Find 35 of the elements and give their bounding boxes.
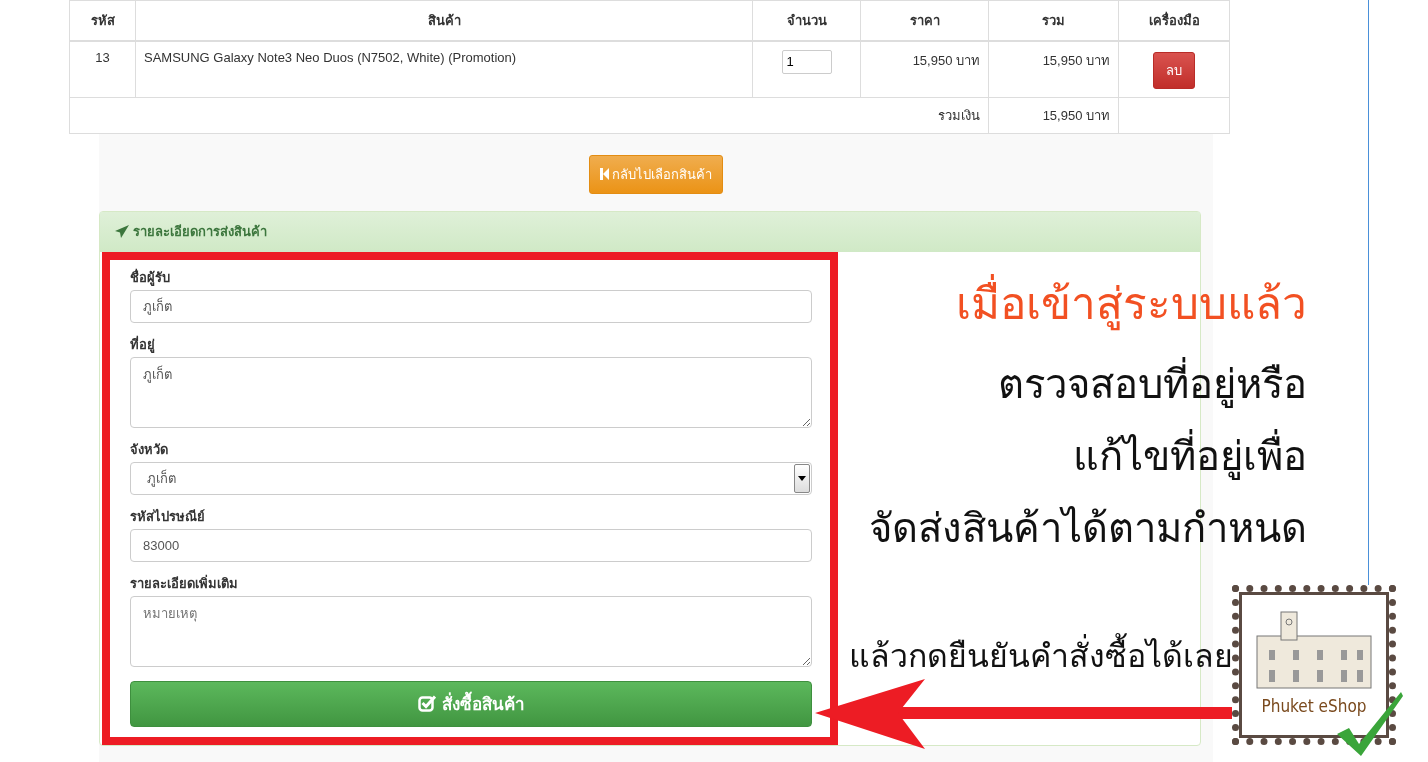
- column-header: ราคา: [860, 0, 989, 41]
- column-header: สินค้า: [135, 0, 753, 41]
- annotation-headline: เมื่อเข้าสู่ระบบแล้ว: [956, 268, 1307, 338]
- paper-plane-icon: [115, 225, 129, 238]
- field-label: รายละเอียดเพิ่มเติม: [130, 575, 239, 592]
- field-label: ที่อยู่: [130, 336, 156, 353]
- annotation-text: แก้ไขที่อยู่เพื่อ: [1073, 424, 1307, 488]
- column-header: รหัส: [69, 0, 136, 41]
- delete-button[interactable]: ลบ: [1153, 51, 1195, 89]
- column-header: เครื่องมือ: [1118, 0, 1230, 41]
- table-cell: 15,950 บาท: [988, 40, 1119, 97]
- field-label: ชื่อผู้รับ: [130, 269, 171, 286]
- input-field[interactable]: 83000: [130, 528, 812, 562]
- table-cell: SAMSUNG Galaxy Note3 Neo Duos (N7502, White) (Promotion): [135, 40, 753, 97]
- table-cell: 15,950 บาท: [860, 40, 989, 97]
- column-header: รวม: [988, 0, 1119, 41]
- checkbox-check-icon: [417, 694, 436, 713]
- field-label: รหัสไปรษณีย์: [130, 508, 206, 525]
- input-field[interactable]: ภูเก็ต: [130, 289, 812, 323]
- column-header: จำนวน: [752, 0, 861, 41]
- field-label: จังหวัด: [130, 441, 169, 458]
- table-cell: รวมเงิน: [69, 97, 989, 133]
- logo-text: Phuket eShop: [1261, 696, 1367, 716]
- table-cell: 13: [69, 40, 136, 97]
- table-cell: 15,950 บาท: [988, 97, 1119, 133]
- caret-icon: [794, 463, 810, 493]
- annotation-text: ตรวจสอบที่อยู่หรือ: [998, 352, 1307, 416]
- panel-title: รายละเอียดการส่งสินค้า: [133, 223, 267, 241]
- text-area[interactable]: หมายเหตุ: [130, 595, 812, 667]
- text-area[interactable]: ภูเก็ต: [130, 356, 812, 428]
- province-select[interactable]: ภูเก็ต: [130, 461, 812, 495]
- annotation-text: จัดส่งสินค้าได้ตามกำหนด: [869, 504, 1307, 553]
- annotation-text: แล้วกดยืนยันคำสั่งซื้อได้เลย: [849, 630, 1233, 681]
- skip-back-icon: [600, 168, 609, 180]
- quantity-field[interactable]: 1: [781, 49, 832, 74]
